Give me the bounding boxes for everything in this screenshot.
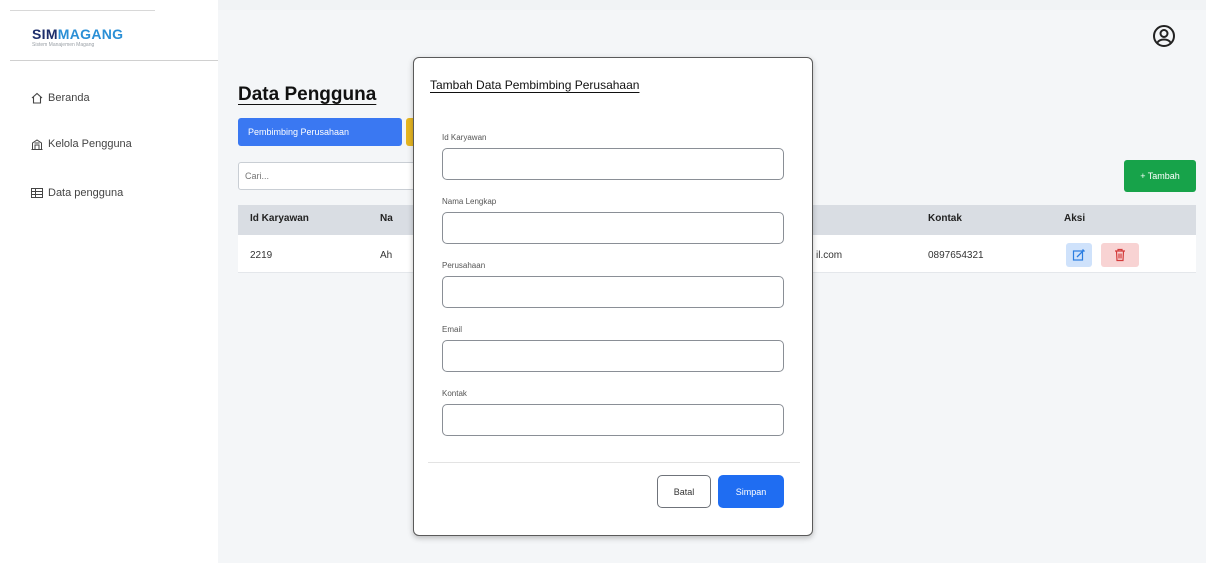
sidebar-divider — [10, 60, 218, 61]
sidebar-item-label: Data pengguna — [48, 187, 124, 199]
sidebar-item-kelola-pengguna[interactable]: Kelola Pengguna — [30, 134, 132, 154]
add-pembimbing-modal: Tambah Data Pembimbing Perusahaan Id Kar… — [413, 57, 813, 536]
id-karyawan-field[interactable] — [442, 148, 784, 180]
edit-button[interactable] — [1066, 243, 1092, 267]
sidebar-item-label: Beranda — [48, 92, 90, 104]
cell-kontak: 0897654321 — [928, 250, 984, 261]
column-header: Id Karyawan — [250, 213, 309, 224]
delete-button[interactable] — [1101, 243, 1139, 267]
column-header: Aksi — [1064, 213, 1086, 224]
table-icon — [31, 188, 43, 198]
save-button[interactable]: Simpan — [718, 475, 784, 508]
column-header: Kontak — [928, 213, 962, 224]
add-button[interactable]: + Tambah — [1124, 160, 1196, 192]
cancel-button[interactable]: Batal — [657, 475, 711, 508]
field-label-id-karyawan: Id Karyawan — [442, 133, 487, 142]
cell-id: 2219 — [250, 250, 273, 261]
cell-email: il.com — [816, 250, 843, 261]
field-label-perusahaan: Perusahaan — [442, 261, 486, 270]
tab-pembimbing-perusahaan[interactable]: Pembimbing Perusahaan — [238, 118, 402, 146]
home-icon — [31, 92, 43, 104]
page-title: Data Pengguna — [238, 84, 377, 105]
sidebar: SIMMAGANG Sistem Manajemen Magang Berand… — [0, 0, 218, 563]
field-label-nama-lengkap: Nama Lengkap — [442, 197, 497, 206]
top-strip — [218, 0, 1206, 10]
modal-title: Tambah Data Pembimbing Perusahaan — [430, 78, 640, 92]
nama-lengkap-field[interactable] — [442, 212, 784, 244]
sidebar-item-data-pengguna[interactable]: Data pengguna — [30, 183, 123, 203]
logo-accent-text: MAGANG — [57, 26, 124, 42]
app-logo: SIMMAGANG — [32, 26, 123, 42]
logo-main-text: SIM — [32, 26, 58, 42]
user-circle-icon[interactable] — [1152, 24, 1176, 48]
building-icon — [31, 139, 43, 150]
trash-icon — [1115, 248, 1125, 262]
column-header: Na — [380, 213, 393, 224]
field-label-email: Email — [442, 325, 463, 334]
sidebar-item-label: Kelola Pengguna — [48, 138, 132, 150]
cell-nama: Ah — [380, 250, 393, 261]
edit-icon — [1072, 249, 1085, 261]
modal-footer-divider — [428, 462, 800, 463]
kontak-field[interactable] — [442, 404, 784, 436]
perusahaan-field[interactable] — [442, 276, 784, 308]
search-input[interactable] — [238, 162, 418, 190]
field-label-kontak: Kontak — [442, 389, 467, 398]
sidebar-item-beranda[interactable]: Beranda — [30, 88, 90, 108]
email-field[interactable] — [442, 340, 784, 372]
logo-subtitle: Sistem Manajemen Magang — [32, 42, 95, 48]
